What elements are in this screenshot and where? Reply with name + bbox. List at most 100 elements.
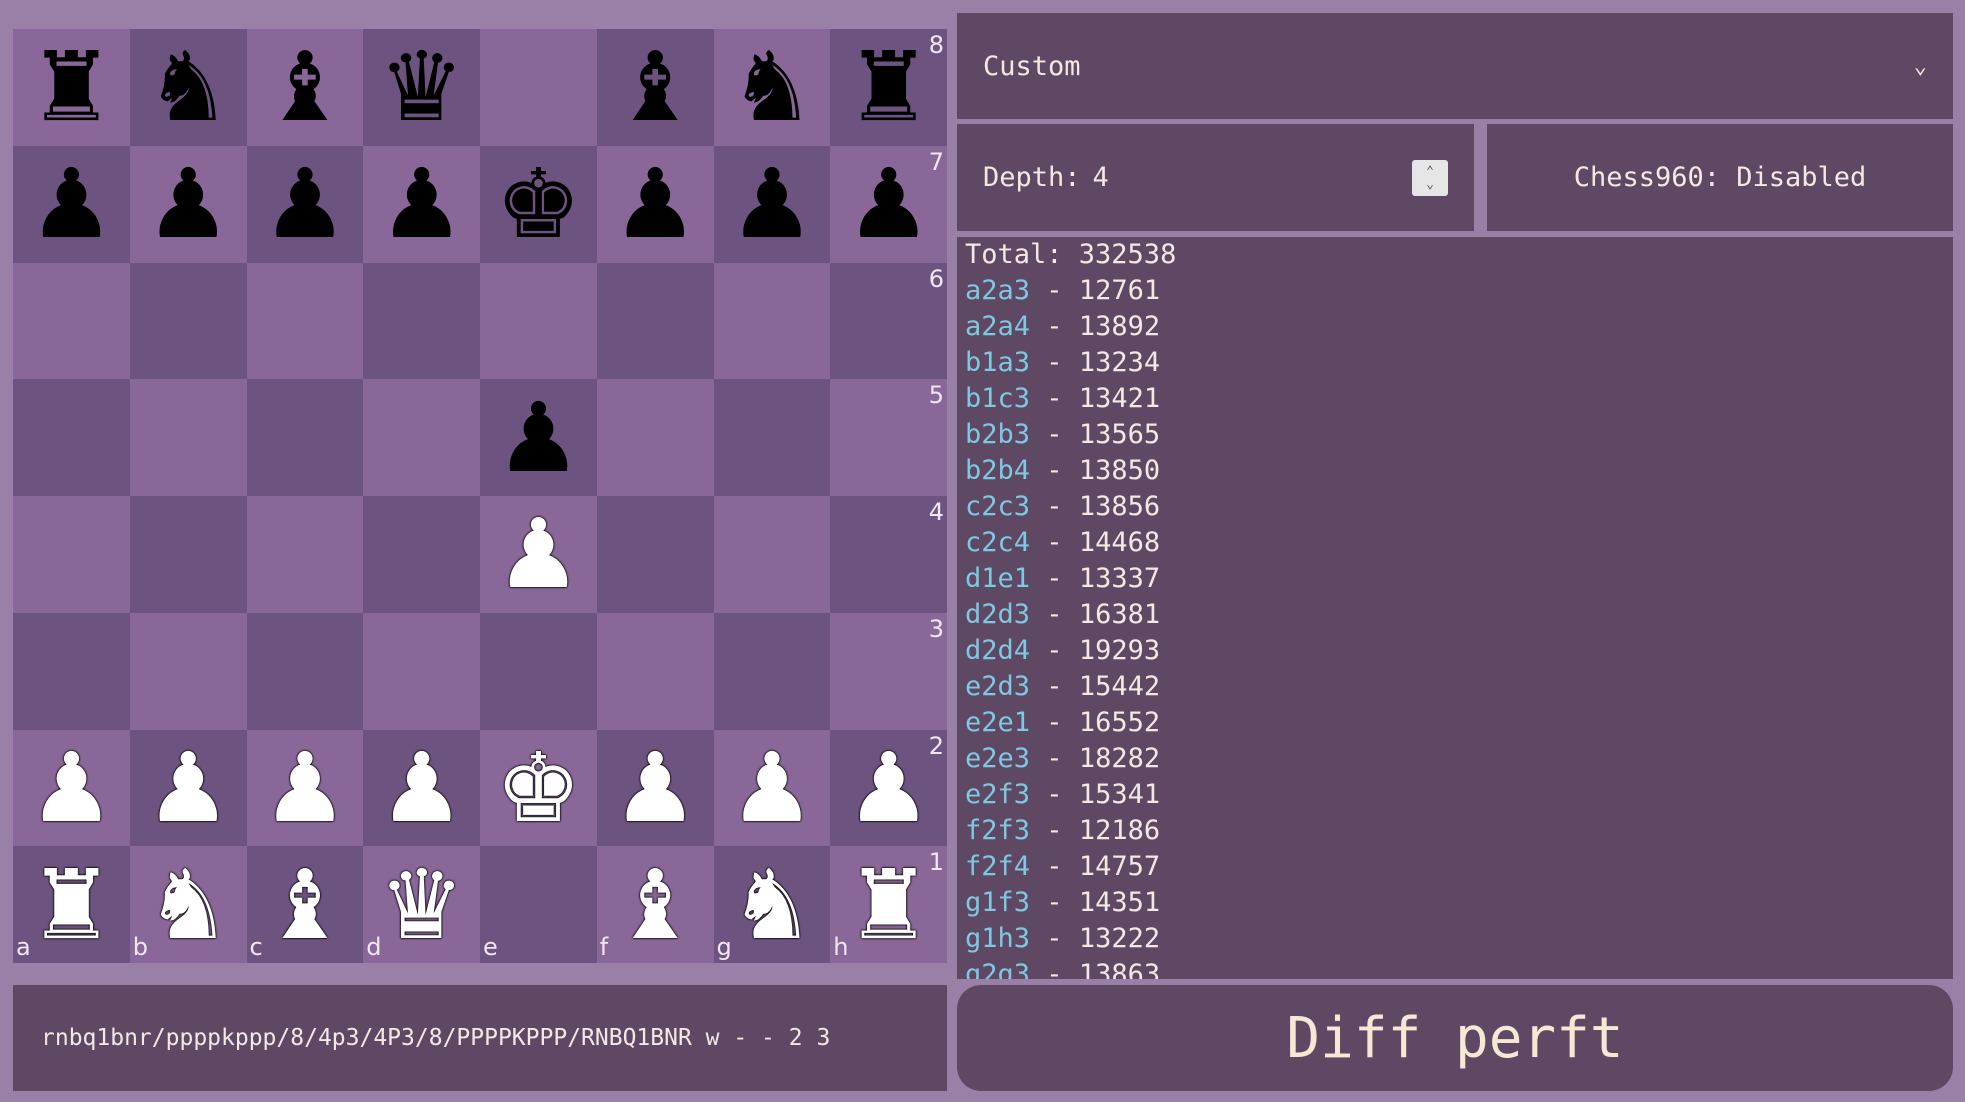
move-link[interactable]: d2d3 <box>965 599 1030 630</box>
square-a5[interactable] <box>13 379 130 496</box>
square-d5[interactable] <box>363 379 480 496</box>
move-link[interactable]: g1f3 <box>965 887 1030 918</box>
white-pawn-icon[interactable]: ♟ <box>846 740 932 836</box>
black-knight-icon[interactable]: ♞ <box>729 39 815 135</box>
square-a8[interactable]: ♜ <box>13 29 130 146</box>
square-g6[interactable] <box>713 262 831 380</box>
square-g2[interactable]: ♟ <box>713 729 831 847</box>
chess-board[interactable]: ♜ ♞ ♝ ♛ ♝ ♞ ♜ 8 ♟ ♟ ♟ ♟ ♚ ♟ ♟ ♟ 7 6 ♟ 5 ♟ 4 3 ♟ ♟ ♟ ♟ ♚ ♟ ♟ ♟ 2 ♜ a ♞ b ♝ c ♛ d… <box>13 29 947 963</box>
white-bishop-icon[interactable]: ♝ <box>262 857 348 953</box>
white-pawn-icon[interactable]: ♟ <box>729 740 815 836</box>
square-c4[interactable] <box>246 496 364 613</box>
square-e5[interactable]: ♟ <box>480 379 597 496</box>
white-king-icon[interactable]: ♚ <box>495 740 581 836</box>
square-f1[interactable]: ♝ f <box>596 846 714 963</box>
square-f6[interactable] <box>596 262 714 380</box>
black-pawn-icon[interactable]: ♟ <box>612 156 698 252</box>
white-pawn-icon[interactable]: ♟ <box>145 740 231 836</box>
square-b2[interactable]: ♟ <box>129 729 247 847</box>
black-pawn-icon[interactable]: ♟ <box>28 156 114 252</box>
square-f4[interactable] <box>596 496 714 613</box>
square-b8[interactable]: ♞ <box>129 29 247 146</box>
square-h2[interactable]: ♟ 2 <box>830 729 947 847</box>
diff-perft-button[interactable]: Diff perft <box>957 985 1953 1091</box>
black-pawn-icon[interactable]: ♟ <box>262 156 348 252</box>
black-pawn-icon[interactable]: ♟ <box>379 156 465 252</box>
square-h8[interactable]: ♜ 8 <box>830 29 947 146</box>
square-c1[interactable]: ♝ c <box>246 846 364 963</box>
square-b5[interactable] <box>129 379 247 496</box>
square-d2[interactable]: ♟ <box>363 729 480 847</box>
square-b4[interactable] <box>129 496 247 613</box>
square-b7[interactable]: ♟ <box>129 145 247 263</box>
move-link[interactable]: e2e3 <box>965 743 1030 774</box>
square-c6[interactable] <box>246 262 364 380</box>
square-c2[interactable]: ♟ <box>246 729 364 847</box>
square-d8[interactable]: ♛ <box>363 29 480 146</box>
move-link[interactable]: a2a4 <box>965 311 1030 342</box>
move-link[interactable]: b2b3 <box>965 419 1030 450</box>
square-c5[interactable] <box>246 379 364 496</box>
square-e2[interactable]: ♚ <box>480 729 597 847</box>
square-a1[interactable]: ♜ a <box>13 846 130 963</box>
square-g8[interactable]: ♞ <box>713 29 831 146</box>
square-b3[interactable] <box>129 612 247 730</box>
square-f8[interactable]: ♝ <box>596 29 714 146</box>
move-link[interactable]: e2d3 <box>965 671 1030 702</box>
square-a6[interactable] <box>13 262 130 380</box>
white-rook-icon[interactable]: ♜ <box>846 857 932 953</box>
white-knight-icon[interactable]: ♞ <box>145 857 231 953</box>
black-queen-icon[interactable]: ♛ <box>379 39 465 135</box>
black-pawn-icon[interactable]: ♟ <box>846 156 932 252</box>
stepper-arrows-icon[interactable]: ⌃ ⌄ <box>1412 159 1448 196</box>
move-link[interactable]: d2d4 <box>965 635 1030 666</box>
move-link[interactable]: d1e1 <box>965 563 1030 594</box>
black-pawn-icon[interactable]: ♟ <box>495 390 581 486</box>
square-e4[interactable]: ♟ <box>480 496 597 613</box>
move-link[interactable]: f2f3 <box>965 815 1030 846</box>
square-c8[interactable]: ♝ <box>246 29 364 146</box>
square-h1[interactable]: ♜ 1 h <box>830 846 947 963</box>
white-pawn-icon[interactable]: ♟ <box>262 740 348 836</box>
move-link[interactable]: b1c3 <box>965 383 1030 414</box>
square-g5[interactable] <box>713 379 831 496</box>
square-h3[interactable]: 3 <box>830 612 947 730</box>
square-d3[interactable] <box>363 612 480 730</box>
square-d6[interactable] <box>363 262 480 380</box>
white-knight-icon[interactable]: ♞ <box>729 857 815 953</box>
move-link[interactable]: f2f4 <box>965 851 1030 882</box>
move-link[interactable]: g1h3 <box>965 923 1030 954</box>
white-pawn-icon[interactable]: ♟ <box>612 740 698 836</box>
square-a3[interactable] <box>13 612 130 730</box>
black-pawn-icon[interactable]: ♟ <box>145 156 231 252</box>
square-b1[interactable]: ♞ b <box>129 846 247 963</box>
square-f2[interactable]: ♟ <box>596 729 714 847</box>
white-pawn-icon[interactable]: ♟ <box>379 740 465 836</box>
move-link[interactable]: a2a3 <box>965 275 1030 306</box>
move-link[interactable]: c2c4 <box>965 527 1030 558</box>
white-queen-icon[interactable]: ♛ <box>379 857 465 953</box>
chess960-toggle[interactable]: Chess960: Disabled <box>1487 124 1953 231</box>
square-e1[interactable]: e <box>480 846 597 963</box>
white-pawn-icon[interactable]: ♟ <box>495 506 581 602</box>
white-pawn-icon[interactable]: ♟ <box>28 740 114 836</box>
move-link[interactable]: e2e1 <box>965 707 1030 738</box>
square-e7[interactable]: ♚ <box>480 145 597 263</box>
square-h6[interactable]: 6 <box>830 262 947 380</box>
depth-input[interactable]: Depth: 4 ⌃ ⌄ <box>957 124 1474 231</box>
square-a4[interactable] <box>13 496 130 613</box>
square-h7[interactable]: ♟ 7 <box>830 145 947 263</box>
move-link[interactable]: e2f3 <box>965 779 1030 810</box>
square-d7[interactable]: ♟ <box>363 145 480 263</box>
black-king-icon[interactable]: ♚ <box>495 156 581 252</box>
move-link[interactable]: g2g3 <box>965 959 1030 979</box>
black-knight-icon[interactable]: ♞ <box>145 39 231 135</box>
square-d4[interactable] <box>363 496 480 613</box>
square-e8[interactable] <box>480 29 597 146</box>
square-f3[interactable] <box>596 612 714 730</box>
black-pawn-icon[interactable]: ♟ <box>729 156 815 252</box>
square-a7[interactable]: ♟ <box>13 145 130 263</box>
square-h5[interactable]: 5 <box>830 379 947 496</box>
square-g3[interactable] <box>713 612 831 730</box>
square-e3[interactable] <box>480 612 597 730</box>
